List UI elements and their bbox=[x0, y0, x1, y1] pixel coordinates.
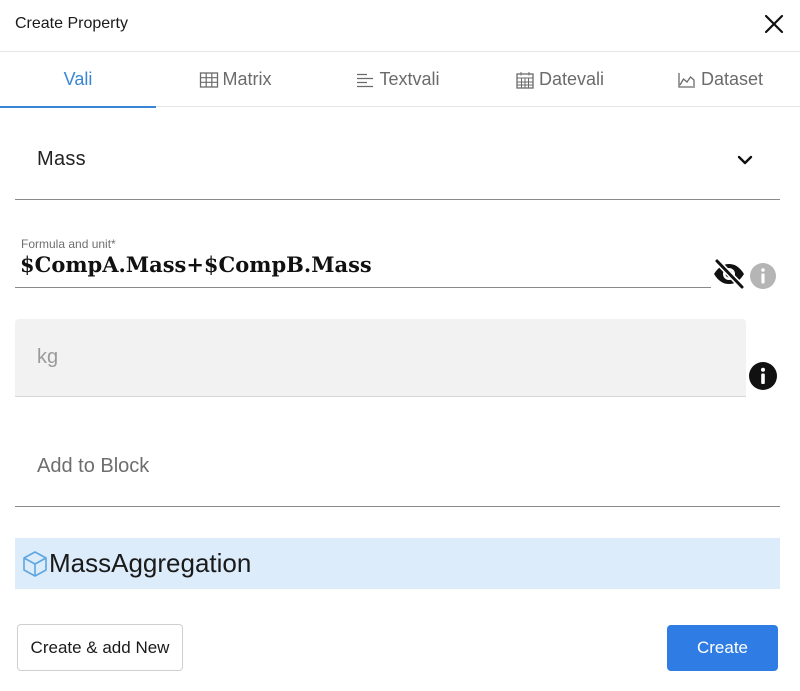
unit-input[interactable] bbox=[15, 319, 746, 396]
formula-field[interactable]: Formula and unit* $CompA.Mass+$CompB.Mas… bbox=[15, 232, 711, 288]
tab-label: Matrix bbox=[222, 69, 272, 89]
selected-block-item[interactable]: MassAggregation bbox=[15, 538, 780, 589]
area-chart-icon bbox=[677, 71, 697, 89]
info-icon[interactable] bbox=[749, 262, 777, 290]
tab-datevali[interactable]: Datevali bbox=[492, 52, 627, 107]
tab-label: Textvali bbox=[379, 69, 440, 89]
create-button[interactable]: Create bbox=[667, 625, 778, 671]
property-select[interactable]: Mass bbox=[15, 120, 780, 200]
property-type-tabs: Vali Matrix Textvali Datevali Dataset bbox=[0, 52, 800, 108]
tab-vali[interactable]: Vali bbox=[0, 52, 156, 108]
tab-matrix[interactable]: Matrix bbox=[170, 52, 300, 107]
block-item-name: MassAggregation bbox=[49, 548, 252, 578]
formula-expression[interactable]: $CompA.Mass+$CompB.Mass bbox=[20, 252, 372, 277]
close-icon[interactable] bbox=[760, 10, 788, 38]
property-select-value: Mass bbox=[37, 148, 86, 170]
formula-label: Formula and unit* bbox=[21, 237, 116, 251]
add-to-block-input[interactable] bbox=[15, 427, 780, 506]
tab-label: Datevali bbox=[538, 69, 605, 89]
tab-textvali[interactable]: Textvali bbox=[330, 52, 465, 107]
table-grid-icon bbox=[199, 71, 219, 89]
calendar-icon bbox=[515, 71, 535, 89]
text-lines-icon bbox=[355, 71, 375, 89]
cube-icon bbox=[21, 550, 49, 578]
tab-dataset[interactable]: Dataset bbox=[655, 52, 785, 107]
add-to-block-field[interactable] bbox=[15, 427, 780, 507]
create-and-add-new-button[interactable]: Create & add New bbox=[17, 624, 183, 671]
dialog-header: Create Property bbox=[0, 0, 800, 52]
chevron-down-icon[interactable] bbox=[735, 150, 755, 170]
tab-label: Vali bbox=[63, 69, 93, 89]
dialog-title: Create Property bbox=[15, 15, 128, 32]
tab-label: Dataset bbox=[700, 69, 764, 89]
info-icon[interactable] bbox=[748, 361, 778, 391]
eye-slash-icon[interactable] bbox=[711, 256, 747, 292]
create-property-dialog: Create Property Vali Matrix Textvali Dat… bbox=[0, 0, 800, 691]
unit-field[interactable] bbox=[15, 319, 746, 397]
